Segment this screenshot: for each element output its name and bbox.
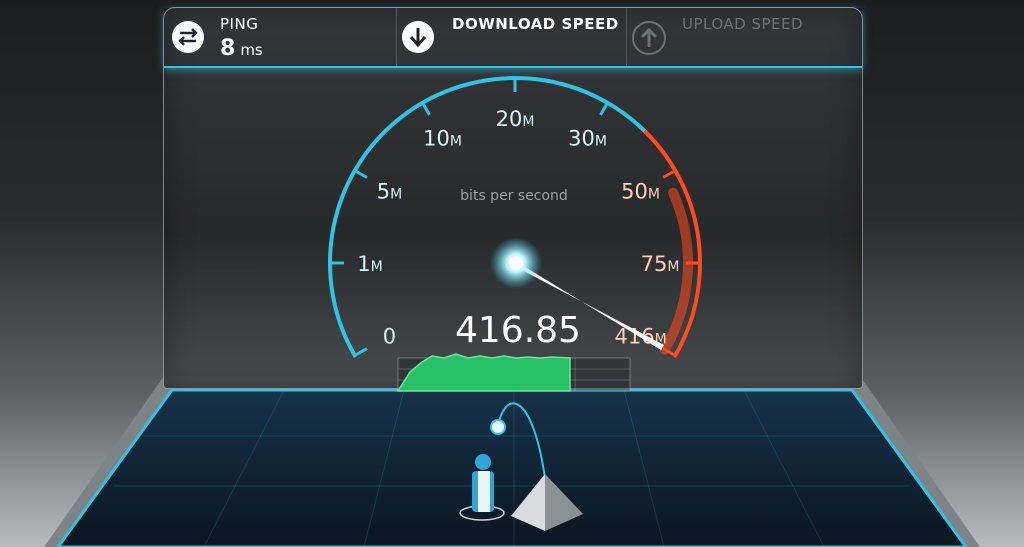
gauge-tick-label: 1M: [357, 252, 382, 276]
gauge-tick-label: 75M: [641, 252, 680, 276]
gauge-tick-mark: [422, 103, 431, 116]
gauge-tick-label: 0: [383, 325, 396, 349]
gauge-tick-label: 10M: [423, 126, 462, 150]
gauge-tick-label: 50M: [621, 180, 660, 204]
gauge-tick-label: 30M: [568, 126, 607, 150]
gauge-unit-label: bits per second: [460, 188, 568, 204]
gauge-tick-mark: [662, 170, 675, 179]
gauge-tick-mark: [599, 103, 608, 116]
gauge-tick-mark: [355, 347, 368, 356]
speed-gauge: 01M5M10M20M30M50M75M416M: [328, 76, 702, 531]
speed-readout: 416.85: [455, 310, 581, 351]
gauge-tick-mark: [355, 170, 368, 179]
speedtest-stage: PING 8 ms DOWNLOAD SPEED UPLOAD SPEED 0 1M…: [0, 0, 1024, 547]
speed-history-graph: [396, 353, 631, 392]
server-pyramid-icon: [511, 474, 583, 531]
gauge-tick-label: 20M: [496, 107, 535, 131]
gauge-tick-label: 5M: [377, 180, 402, 204]
